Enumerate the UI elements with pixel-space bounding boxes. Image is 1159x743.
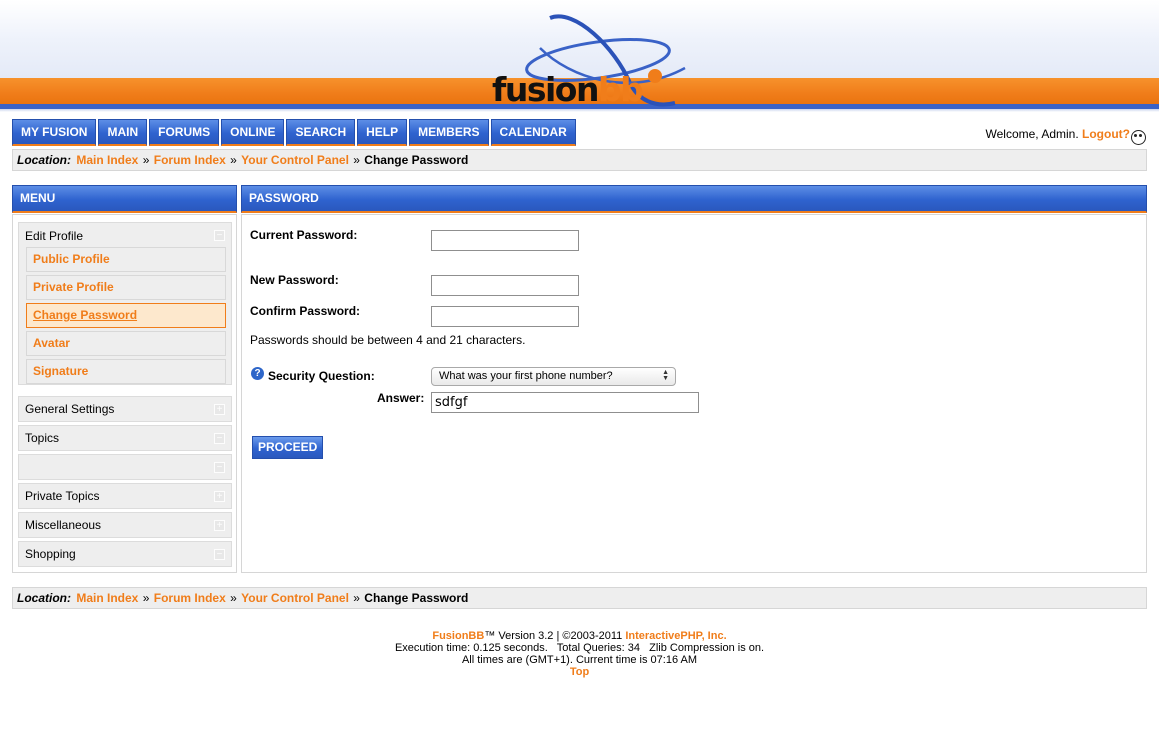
- breadcrumb-separator: »: [353, 591, 360, 605]
- page-header: fusionbb: [0, 0, 1159, 112]
- security-question-select[interactable]: What was your first phone number? ▲ ▼: [431, 367, 676, 386]
- nav-forums[interactable]: FORUMS: [149, 119, 220, 146]
- menu-item-public-profile[interactable]: Public Profile: [26, 247, 226, 272]
- smiley-icon: [1131, 130, 1146, 145]
- welcome-message: Welcome, Admin. Logout?: [986, 127, 1130, 141]
- menu-item-private-topics[interactable]: Private Topics +: [18, 483, 232, 509]
- menu-link-signature[interactable]: Signature: [33, 364, 88, 378]
- confirm-password-label: Confirm Password:: [250, 304, 361, 318]
- expand-icon[interactable]: −: [214, 549, 225, 560]
- menu-item-signature[interactable]: Signature: [26, 359, 226, 384]
- menu-header: MENU: [12, 185, 237, 213]
- breadcrumb-current: Change Password: [364, 153, 469, 167]
- breadcrumb: Location: Main Index » Forum Index » You…: [12, 149, 1147, 171]
- breadcrumb-forum-index[interactable]: Forum Index: [154, 153, 226, 167]
- menu-item-general-settings[interactable]: General Settings +: [18, 396, 232, 422]
- page-footer: FusionBB™ Version 3.2 | ©2003-2011 Inter…: [0, 630, 1159, 678]
- breadcrumb-control-panel[interactable]: Your Control Panel: [241, 153, 349, 167]
- nav-online[interactable]: ONLINE: [221, 119, 285, 146]
- sidebar-menu: Edit Profile − Public Profile Private Pr…: [12, 214, 237, 573]
- menu-link-avatar[interactable]: Avatar: [33, 336, 70, 350]
- nav-members[interactable]: MEMBERS: [409, 119, 489, 146]
- menu-link-private-profile[interactable]: Private Profile: [33, 280, 114, 294]
- location-label: Location:: [17, 153, 71, 167]
- menu-item-topics[interactable]: Topics −: [18, 425, 232, 451]
- menu-item-shopping[interactable]: Shopping −: [18, 541, 232, 567]
- collapse-icon[interactable]: −: [214, 230, 225, 241]
- menu-item-label: Shopping: [25, 547, 76, 561]
- breadcrumb-bottom: Location: Main Index » Forum Index » You…: [12, 587, 1147, 609]
- breadcrumb-forum-index[interactable]: Forum Index: [154, 591, 226, 605]
- security-question-label: Security Question:: [268, 369, 375, 383]
- footer-time-line: All times are (GMT+1). Current time is 0…: [461, 654, 698, 666]
- menu-item-miscellaneous[interactable]: Miscellaneous +: [18, 512, 232, 538]
- logout-link[interactable]: Logout?: [1082, 127, 1130, 141]
- expand-icon[interactable]: +: [214, 491, 225, 502]
- menu-item-avatar[interactable]: Avatar: [26, 331, 226, 356]
- confirm-password-input[interactable]: [431, 306, 579, 327]
- fusionbb-logo[interactable]: fusionbb: [480, 8, 690, 108]
- breadcrumb-main-index[interactable]: Main Index: [76, 153, 138, 167]
- menu-item-label: Private Topics: [25, 489, 100, 503]
- menu-link-change-password[interactable]: Change Password: [33, 308, 137, 322]
- logo-wordmark: fusionbb: [492, 70, 644, 109]
- select-arrows-icon: ▲ ▼: [662, 369, 669, 382]
- footer-exec-line: Execution time: 0.125 seconds. Total Que…: [394, 642, 765, 654]
- location-label: Location:: [17, 591, 71, 605]
- welcome-text: Welcome, Admin.: [985, 127, 1079, 141]
- expand-icon[interactable]: −: [214, 433, 225, 444]
- menu-item-label: Miscellaneous: [25, 518, 102, 532]
- breadcrumb-current: Change Password: [364, 591, 469, 605]
- password-header: PASSWORD: [241, 185, 1147, 213]
- footer-version-text: ™ Version 3.2 | ©2003-2011: [484, 630, 623, 642]
- current-password-label: Current Password:: [250, 228, 358, 242]
- menu-item-blank[interactable]: −: [18, 454, 232, 480]
- breadcrumb-separator: »: [230, 153, 237, 167]
- breadcrumb-separator: »: [142, 591, 150, 605]
- main-navigation: MY FUSION MAIN FORUMS ONLINE SEARCH HELP…: [12, 119, 578, 147]
- nav-help[interactable]: HELP: [357, 119, 408, 146]
- security-question-value: What was your first phone number?: [439, 370, 613, 382]
- nav-calendar[interactable]: CALENDAR: [490, 119, 576, 146]
- menu-item-change-password[interactable]: Change Password: [26, 303, 226, 328]
- menu-group-edit-profile: Edit Profile − Public Profile Private Pr…: [18, 222, 232, 385]
- footer-version-line: FusionBB™ Version 3.2 | ©2003-2011 Inter…: [0, 630, 1159, 642]
- header-shadow: [0, 109, 1159, 112]
- menu-item-label: General Settings: [25, 402, 115, 416]
- breadcrumb-control-panel[interactable]: Your Control Panel: [241, 591, 349, 605]
- breadcrumb-separator: »: [230, 591, 237, 605]
- answer-input[interactable]: sdfgf: [431, 392, 699, 413]
- expand-icon[interactable]: +: [214, 404, 225, 415]
- footer-product-link[interactable]: FusionBB: [432, 630, 484, 642]
- menu-group-title[interactable]: Edit Profile: [25, 229, 83, 243]
- password-length-note: Passwords should be between 4 and 21 cha…: [250, 333, 526, 347]
- nav-search[interactable]: SEARCH: [286, 119, 356, 146]
- expand-icon[interactable]: +: [214, 520, 225, 531]
- menu-item-private-profile[interactable]: Private Profile: [26, 275, 226, 300]
- nav-my-fusion[interactable]: MY FUSION: [12, 119, 97, 146]
- breadcrumb-separator: »: [142, 153, 150, 167]
- breadcrumb-separator: »: [353, 153, 360, 167]
- footer-company-link[interactable]: InteractivePHP, Inc.: [625, 630, 726, 642]
- proceed-button[interactable]: PROCEED: [252, 436, 324, 459]
- answer-label: Answer:: [377, 391, 425, 405]
- menu-item-label: Topics: [25, 431, 60, 445]
- help-icon[interactable]: ?: [251, 367, 264, 380]
- menu-link-public-profile[interactable]: Public Profile: [33, 252, 110, 266]
- new-password-label: New Password:: [250, 273, 339, 287]
- footer-top-link[interactable]: Top: [570, 666, 589, 678]
- breadcrumb-main-index[interactable]: Main Index: [76, 591, 138, 605]
- password-form: Current Password: New Password: Confirm …: [241, 214, 1147, 573]
- nav-main[interactable]: MAIN: [98, 119, 148, 146]
- current-password-input[interactable]: [431, 230, 579, 251]
- expand-icon[interactable]: −: [214, 462, 225, 473]
- new-password-input[interactable]: [431, 275, 579, 296]
